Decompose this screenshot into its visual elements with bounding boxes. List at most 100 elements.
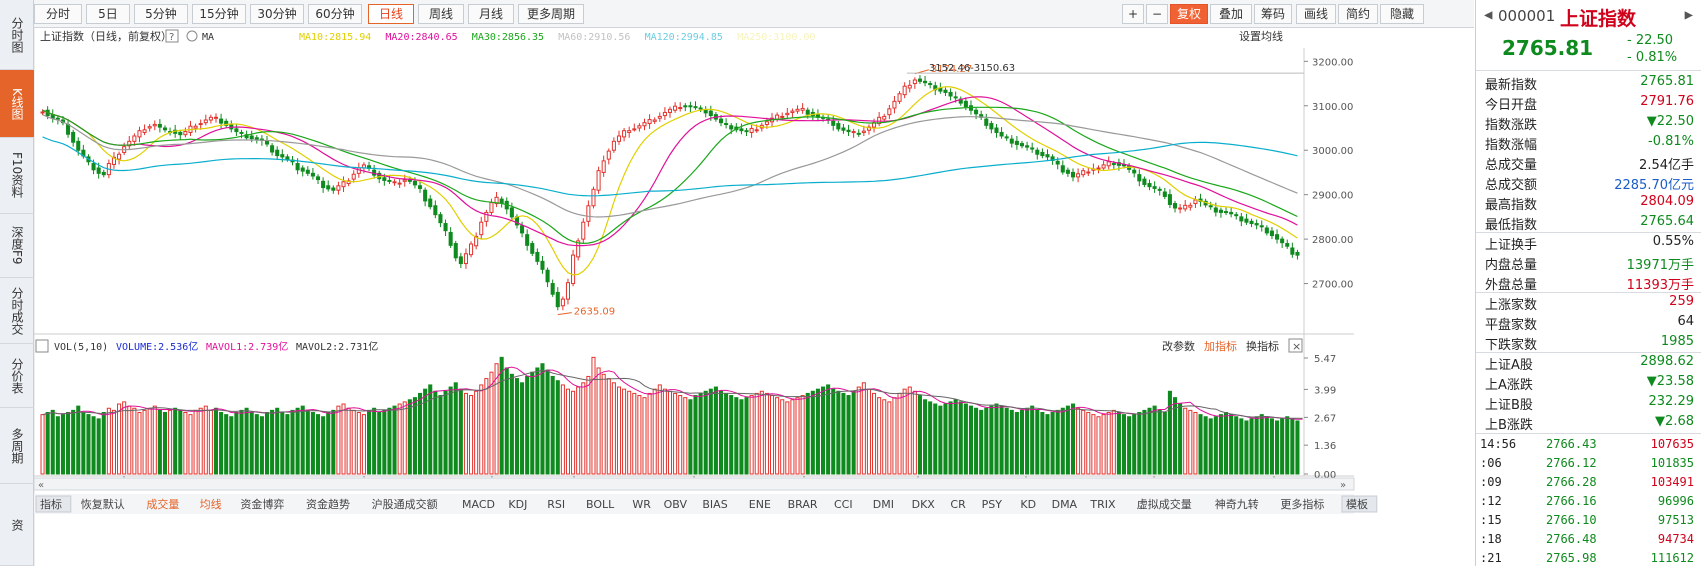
vol-help-icon[interactable] bbox=[35, 339, 49, 353]
volume-bar bbox=[979, 409, 984, 475]
period-button-7[interactable]: 周线 bbox=[418, 4, 464, 24]
volume-bar bbox=[1121, 414, 1127, 475]
candle bbox=[142, 129, 147, 133]
tick-row: :21 2765.98 111612 bbox=[1476, 550, 1701, 566]
candle bbox=[433, 205, 438, 216]
volume-bar bbox=[795, 397, 800, 475]
period-button-0[interactable]: 分时 bbox=[34, 4, 82, 24]
volume-bar bbox=[943, 403, 948, 475]
indicator-tab-8: KDJ bbox=[508, 498, 527, 511]
candle bbox=[856, 132, 861, 135]
candle bbox=[749, 127, 754, 133]
toolbar-right-button-7[interactable]: 隐藏 bbox=[1380, 4, 1424, 24]
volume-bar bbox=[1055, 409, 1060, 475]
indicator-tab-0: 指标 bbox=[40, 497, 62, 511]
left-tab-0[interactable]: 分时图 bbox=[0, 0, 34, 70]
candle bbox=[428, 198, 433, 208]
candle bbox=[1244, 218, 1249, 223]
candle bbox=[1137, 174, 1142, 182]
candle bbox=[836, 123, 841, 130]
period-button-1[interactable]: 5日 bbox=[86, 4, 130, 24]
volume-bar bbox=[1106, 412, 1111, 475]
candle bbox=[1055, 160, 1060, 165]
candle bbox=[662, 111, 667, 117]
candle bbox=[1229, 211, 1234, 215]
volume-bar bbox=[372, 407, 377, 475]
candle bbox=[489, 202, 494, 213]
ma-value-5: MA250:3100.00 bbox=[737, 32, 815, 43]
toolbar-right-button-2[interactable]: 复权 bbox=[1170, 4, 1208, 24]
quote-row-label: 上证A股 bbox=[1485, 358, 1533, 373]
candle bbox=[724, 123, 729, 126]
volume-bar bbox=[591, 356, 596, 475]
tick-volume: 103491 bbox=[1650, 475, 1694, 489]
candle bbox=[117, 153, 122, 160]
candle bbox=[678, 107, 683, 110]
kline-chart-area[interactable]: ? 上证指数（日线，前复权） MA MA10:2815.94 MA20:2840.65 M… bbox=[33, 28, 1474, 566]
quote-row-value: 2804.09 bbox=[1640, 194, 1694, 209]
chevron-right-icon[interactable]: ▶ bbox=[1685, 7, 1693, 23]
volume-bar bbox=[708, 388, 713, 475]
candle bbox=[382, 177, 387, 181]
indicator-tab-11: WR bbox=[632, 498, 651, 511]
left-tab-4[interactable]: 分时成交 bbox=[0, 278, 34, 344]
volume-bar bbox=[805, 392, 810, 475]
volume-bar bbox=[50, 409, 55, 475]
toolbar-right-button-4[interactable]: 筹码 bbox=[1254, 4, 1292, 24]
tick-row: :12 2766.16 96996 bbox=[1476, 493, 1701, 512]
volume-bar bbox=[111, 409, 116, 475]
kline-chart[interactable]: ?上证指数（日线，前复权） MA MA10:2815.94 MA20:2840.65 M… bbox=[33, 28, 1474, 566]
tick-volume: 107635 bbox=[1650, 437, 1694, 451]
left-tab-2[interactable]: F10资料 bbox=[0, 138, 34, 214]
period-button-4[interactable]: 30分钟 bbox=[250, 4, 304, 24]
vol-title: VOL(5,10) bbox=[54, 342, 108, 353]
period-button-5[interactable]: 60分钟 bbox=[308, 4, 362, 24]
ma-value-3: MA60:2910.56 bbox=[558, 32, 630, 43]
quote-row-value: 1985 bbox=[1660, 334, 1694, 349]
volume-bar bbox=[469, 395, 474, 475]
scroll-right-icon[interactable]: » bbox=[1340, 480, 1346, 491]
candle bbox=[882, 115, 887, 120]
volume-bar bbox=[754, 392, 759, 475]
tick-time: 14:56 bbox=[1480, 437, 1517, 451]
candle bbox=[1152, 186, 1157, 189]
period-button-8[interactable]: 月线 bbox=[468, 4, 514, 24]
volume-bar bbox=[361, 414, 366, 475]
volume-bar bbox=[254, 414, 259, 475]
volume-bar bbox=[91, 416, 96, 475]
scroll-left-icon[interactable]: « bbox=[38, 480, 44, 491]
candle bbox=[402, 179, 407, 182]
period-button-2[interactable]: 5分钟 bbox=[134, 4, 188, 24]
left-tab-7[interactable]: 资 bbox=[0, 484, 34, 566]
candle bbox=[40, 111, 45, 114]
volume-bar bbox=[428, 384, 433, 475]
period-button-3[interactable]: 15分钟 bbox=[192, 4, 246, 24]
left-tab-5[interactable]: 分价表 bbox=[0, 344, 34, 408]
left-tab-6[interactable]: 多周期 bbox=[0, 408, 34, 484]
left-tab-3[interactable]: 深度F9 bbox=[0, 214, 34, 278]
horizontal-scrollbar[interactable] bbox=[33, 477, 1355, 491]
candle bbox=[632, 128, 637, 131]
toolbar-right-button-5[interactable]: 画线 bbox=[1296, 4, 1336, 24]
volume-bar bbox=[1137, 412, 1142, 475]
left-tab-1[interactable]: K线图 bbox=[0, 70, 34, 138]
candle bbox=[907, 84, 912, 89]
quote-row: 指数涨跌 ▼22.50 bbox=[1476, 113, 1701, 133]
volume-bar bbox=[1259, 414, 1264, 475]
toolbar-right-button-0[interactable]: + bbox=[1122, 4, 1144, 24]
volume-bar bbox=[928, 401, 933, 475]
volume-bar bbox=[662, 388, 667, 475]
volume-bar bbox=[453, 382, 458, 475]
period-button-6[interactable]: 日线 bbox=[368, 4, 414, 24]
gear-icon[interactable] bbox=[186, 30, 198, 42]
chevron-left-icon[interactable]: ◀ bbox=[1484, 7, 1492, 23]
volume-bar bbox=[81, 412, 86, 475]
volume-bar bbox=[1218, 414, 1223, 475]
period-button-9[interactable]: 更多周期 bbox=[518, 4, 584, 24]
toolbar-right-button-1[interactable]: − bbox=[1146, 4, 1168, 24]
toolbar-right-button-6[interactable]: 简约 bbox=[1338, 4, 1378, 24]
volume-bar bbox=[866, 388, 871, 475]
toolbar-right-button-3[interactable]: 叠加 bbox=[1210, 4, 1252, 24]
volume-bar bbox=[86, 414, 91, 475]
vol-tick-label: 3.99 bbox=[1314, 385, 1336, 396]
